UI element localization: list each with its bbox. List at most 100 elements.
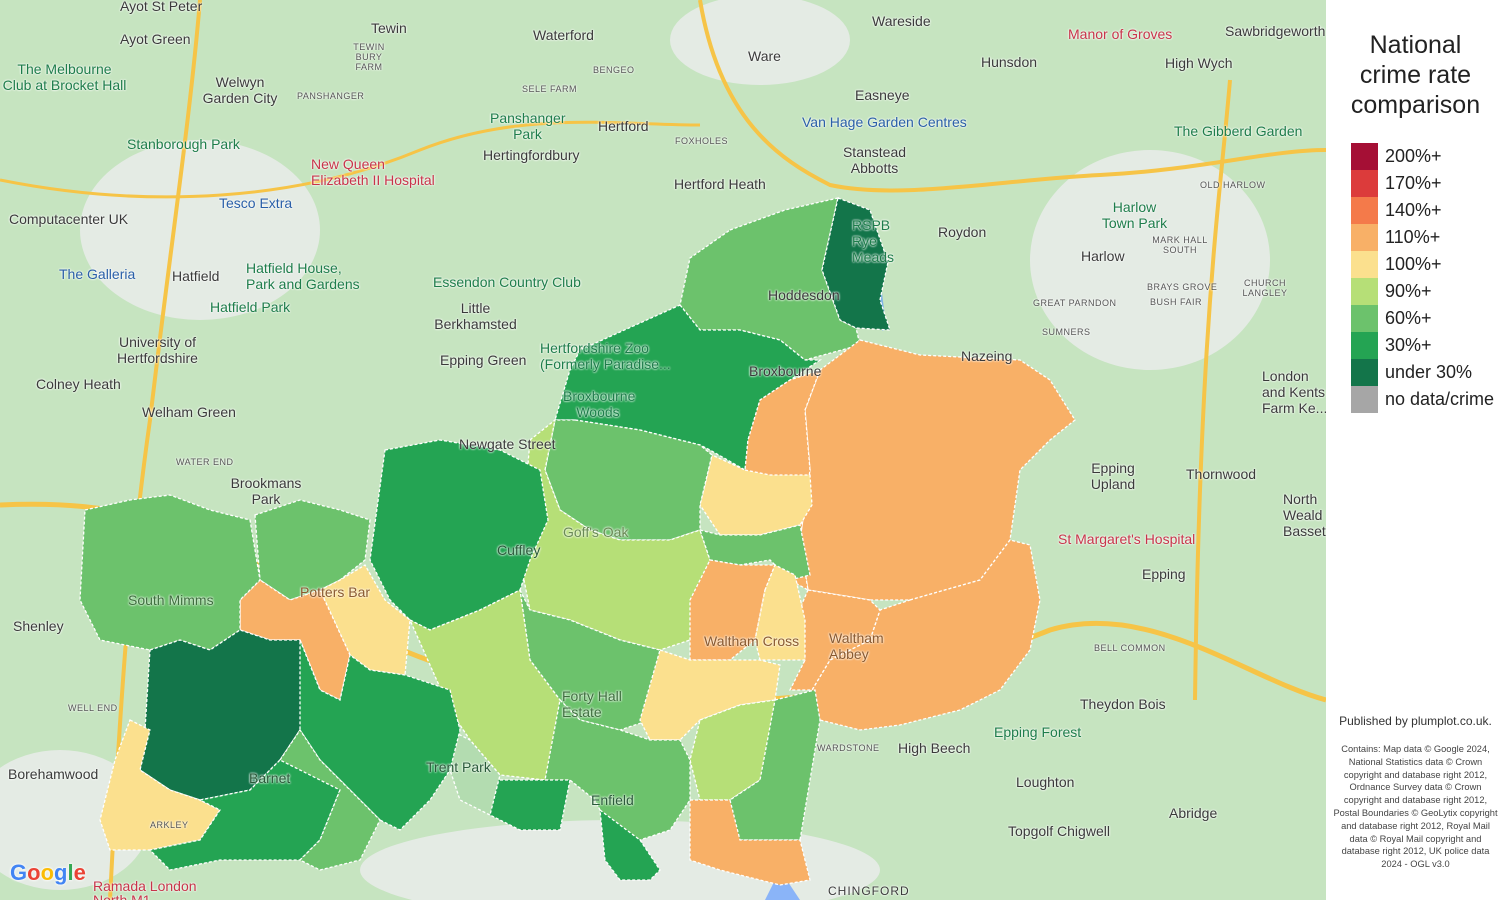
place-harlow-town-park: Harlow Town Park [1101, 199, 1168, 231]
place-essendon-country-club: Essendon Country Club [433, 274, 581, 290]
place-ramada: Ramada London North M1 [93, 878, 197, 900]
legend-label: 200%+ [1385, 146, 1442, 166]
place-ware: Ware [748, 48, 781, 64]
place-brays-grove: BRAYS GROVE [1147, 282, 1218, 292]
place-mark-hall-south: MARK HALL SOUTH [1152, 235, 1208, 255]
place-hertford-heath: Hertford Heath [674, 176, 766, 192]
place-panshanger: PANSHANGER [297, 91, 365, 101]
place-sele-farm: SELE FARM [522, 84, 578, 94]
choropleth-map[interactable]: Ayot St Peter Ayot Green Tewin TEWIN BUR… [0, 0, 1326, 900]
place-goffs-oak: Goff's Oak [563, 524, 629, 540]
place-melbourne-club: The Melbourne Club at Brocket Hall [2, 61, 127, 93]
place-wardstone: WARDSTONE [817, 743, 880, 753]
place-church-langley: CHURCH LANGLEY [1242, 278, 1288, 298]
place-potters-bar: Potters Bar [300, 584, 371, 600]
legend-swatch [1351, 224, 1378, 251]
legend-label: 170%+ [1385, 173, 1442, 193]
place-high-wych: High Wych [1165, 55, 1233, 71]
place-south-mimms: South Mimms [128, 592, 214, 608]
place-loughton: Loughton [1016, 774, 1075, 790]
legend-label: 60%+ [1385, 308, 1432, 328]
place-welwyn-garden-city: Welwyn Garden City [202, 74, 278, 106]
place-cuffley: Cuffley [497, 542, 541, 558]
place-trent-park: Trent Park [426, 759, 491, 775]
place-waterford: Waterford [533, 27, 594, 43]
place-hertford: Hertford [598, 118, 649, 134]
place-newgate-street: Newgate Street [459, 436, 556, 452]
region-south-mimms[interactable] [79, 494, 261, 651]
place-brookmans-park: Brookmans Park [230, 475, 302, 507]
place-epping: Epping [1142, 566, 1186, 582]
place-ayot-green: Ayot Green [120, 31, 191, 47]
place-little-berkhamsted: Little Berkhamsted [434, 300, 517, 332]
place-hatfield-house: Hatfield House, Park and Gardens [246, 260, 360, 292]
place-hatfield: Hatfield [172, 268, 220, 284]
place-thornwood: Thornwood [1186, 466, 1257, 482]
place-nazeing: Nazeing [961, 348, 1013, 364]
place-old-harlow: OLD HARLOW [1200, 180, 1266, 190]
place-tesco-extra: Tesco Extra [219, 195, 293, 211]
place-tewin: Tewin [371, 20, 407, 36]
place-north-weald: North Weald Bassett [1283, 491, 1326, 539]
place-rspb-rye-meads: RSPB Rye Meads [852, 217, 895, 265]
place-ayot-st-peter: Ayot St Peter [120, 0, 203, 14]
place-welham-green: Welham Green [142, 404, 236, 420]
place-epping-green: Epping Green [440, 352, 527, 368]
legend-label: under 30% [1385, 362, 1473, 382]
place-computacenter: Computacenter UK [9, 211, 129, 227]
place-bush-fair: BUSH FAIR [1150, 297, 1203, 307]
place-forty-hall: Forty Hall Estate [562, 688, 622, 720]
legend-swatch [1351, 278, 1378, 305]
legend-swatch [1351, 359, 1378, 386]
place-hoddesdon: Hoddesdon [768, 287, 840, 303]
place-hertingfordbury: Hertingfordbury [483, 147, 580, 163]
place-waltham-abbey: Waltham Abbey [829, 630, 884, 662]
legend-swatch [1351, 170, 1378, 197]
place-sawbridgeworth: Sawbridgeworth [1225, 23, 1326, 39]
place-broxbourne-woods: Broxbourne Woods [563, 388, 636, 420]
place-epping-upland: Epping Upland [1090, 460, 1136, 492]
place-waltham-cross: Waltham Cross [704, 633, 800, 649]
place-harlow: Harlow [1081, 248, 1125, 264]
place-university-herts: University of Hertfordshire [117, 334, 198, 366]
legend-label: 110%+ [1385, 227, 1441, 247]
place-high-beech: High Beech [898, 740, 971, 756]
legend-swatch [1351, 386, 1378, 413]
legend-label: 90%+ [1385, 281, 1432, 301]
place-arkley: ARKLEY [150, 820, 189, 830]
place-london-kents-farm: London and Kents Farm Ke... [1262, 368, 1326, 416]
place-hertfordshire-zoo: Hertfordshire Zoo (Formerly Paradise... [540, 340, 671, 372]
place-broxbourne: Broxbourne [749, 363, 822, 379]
place-easneye: Easneye [855, 87, 910, 103]
legend-swatch [1351, 143, 1378, 170]
legend-label: 30%+ [1385, 335, 1432, 355]
place-stanborough-park: Stanborough Park [127, 136, 240, 152]
place-bell-common: BELL COMMON [1094, 643, 1166, 653]
place-new-qeii-hospital: New Queen Elizabeth II Hospital [311, 156, 435, 188]
place-topgolf-chigwell: Topgolf Chigwell [1008, 823, 1110, 839]
published-credit: Published by plumplot.co.uk. [1339, 714, 1492, 728]
place-stanstead-abbotts: Stanstead Abbotts [842, 144, 907, 176]
google-logo: Google [10, 860, 86, 885]
legend-label: no data/crime [1385, 389, 1495, 409]
attribution-text: Contains: Map data © Google 2024, Nation… [1333, 744, 1498, 870]
legend-swatch [1351, 251, 1378, 278]
place-sumners: SUMNERS [1042, 327, 1091, 337]
place-foxholes: FOXHOLES [675, 136, 729, 146]
legend-label: 100%+ [1385, 254, 1442, 274]
place-hatfield-park: Hatfield Park [210, 299, 291, 315]
place-well-end: WELL END [68, 703, 118, 713]
place-borehamwood: Borehamwood [8, 766, 99, 782]
place-abridge: Abridge [1169, 805, 1218, 821]
place-wareside: Wareside [872, 13, 931, 29]
legend-swatch [1351, 305, 1378, 332]
place-epping-forest: Epping Forest [994, 724, 1082, 740]
place-colney-heath: Colney Heath [36, 376, 121, 392]
legend-panel: National crime rate comparison 200%+ 170%… [1326, 0, 1505, 900]
place-enfield: Enfield [591, 792, 634, 808]
place-the-galleria: The Galleria [59, 266, 136, 282]
place-theydon-bois: Theydon Bois [1080, 696, 1166, 712]
place-st-margarets: St Margaret's Hospital [1058, 531, 1196, 547]
urban-area-hatfield [80, 140, 320, 320]
place-chingford: CHINGFORD [828, 884, 910, 898]
